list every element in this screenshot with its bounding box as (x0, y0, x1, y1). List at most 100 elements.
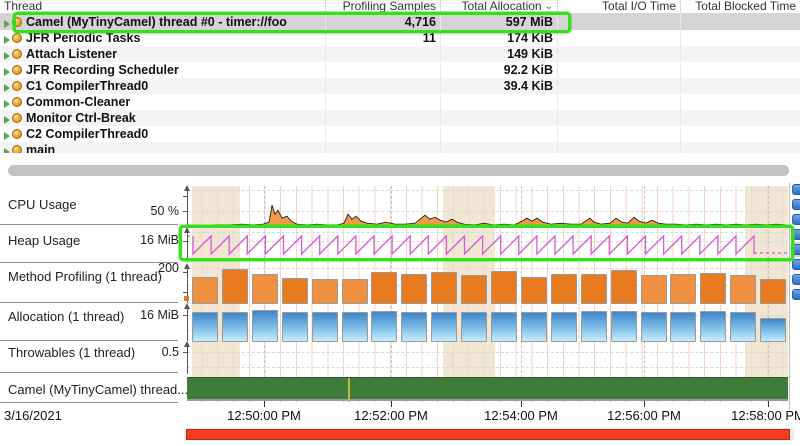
track-label-2[interactable]: Method Profiling (1 thread) (8, 269, 162, 284)
track-axis-value: 50 % (151, 204, 180, 218)
camel-thread-event-marker (348, 378, 350, 402)
profiling-samples-cell (325, 142, 440, 153)
allocation-bar (431, 312, 457, 342)
label-separator (0, 372, 178, 373)
heap-usage-chart (187, 228, 788, 264)
thread-name: JFR Periodic Tasks (26, 31, 140, 45)
thread-icon (12, 65, 22, 75)
cpu-usage-chart (187, 186, 788, 228)
expand-arrow-icon[interactable] (4, 84, 10, 92)
track-label-4[interactable]: Throwables (1 thread) (8, 345, 135, 360)
method-profiling-bar (252, 274, 278, 304)
total-blocked-cell (680, 126, 800, 142)
chart-tool-button[interactable] (792, 244, 800, 255)
expand-arrow-icon[interactable] (4, 100, 10, 108)
allocation-bar (521, 312, 547, 342)
expand-arrow-icon[interactable] (4, 36, 10, 44)
total-io-cell (557, 14, 680, 30)
table-row[interactable]: Monitor Ctrl-Break (0, 110, 800, 126)
horizontal-scrollbar[interactable] (8, 165, 789, 176)
column-header-total-i-o-time[interactable]: Total I/O Time (557, 0, 680, 13)
table-row[interactable]: C2 CompilerThread0 (0, 126, 800, 142)
camel-thread-activity-band (187, 377, 788, 401)
allocation-bar (371, 311, 397, 342)
time-axis-tick (521, 401, 522, 407)
profiling-samples-cell (325, 46, 440, 62)
label-separator (0, 402, 178, 403)
chart-tool-button[interactable] (792, 184, 800, 195)
label-separator (0, 224, 178, 225)
column-header-total-blocked-time[interactable]: Total Blocked Time (680, 0, 800, 13)
track-label-1[interactable]: Heap Usage (8, 233, 80, 248)
thread-name-cell: Camel (MyTinyCamel) thread #0 - timer://… (0, 14, 325, 30)
expand-arrow-icon[interactable] (4, 132, 10, 140)
thread-name: Common-Cleaner (26, 95, 130, 109)
time-axis-tick (391, 401, 392, 407)
track-axis-value: 16 MiB (140, 233, 179, 247)
table-row[interactable]: Common-Cleaner (0, 94, 800, 110)
total-io-cell (557, 110, 680, 126)
table-row[interactable]: Camel (MyTinyCamel) thread #0 - timer://… (0, 14, 800, 30)
expand-arrow-icon[interactable] (4, 52, 10, 60)
time-axis-label: 12:56:00 PM (589, 408, 699, 423)
thread-icon (12, 33, 22, 43)
thread-name-cell: Common-Cleaner (0, 94, 325, 110)
total-allocation-cell (440, 110, 557, 126)
method-profiling-bar (282, 278, 308, 304)
time-axis-label: 12:58:00 PM (713, 408, 800, 423)
range-selector-bar[interactable] (186, 429, 790, 440)
track-axis-value: 16 MiB (140, 308, 179, 322)
chart-tool-button[interactable] (792, 199, 800, 210)
allocation-bar (611, 311, 637, 342)
method-profiling-bar (192, 277, 218, 304)
profiling-samples-cell (325, 126, 440, 142)
expand-arrow-icon[interactable] (4, 20, 10, 28)
column-header-profiling-samples[interactable]: Profiling Samples (325, 0, 440, 13)
axis-tick (183, 272, 188, 273)
chart-tool-button[interactable] (792, 229, 800, 240)
time-axis-tick (768, 401, 769, 407)
time-axis-label: 12:50:00 PM (209, 408, 319, 423)
chart-tool-button[interactable] (792, 259, 800, 270)
chart-tool-button[interactable] (792, 289, 800, 300)
table-row[interactable]: JFR Periodic Tasks11174 KiB (0, 30, 800, 46)
method-profiling-bar (730, 275, 756, 304)
column-header-total-allocation[interactable]: Total Allocation⌄ (440, 0, 557, 13)
table-row[interactable]: main (0, 142, 800, 153)
expand-arrow-icon[interactable] (4, 116, 10, 124)
axis-tick (183, 315, 188, 316)
total-blocked-cell (680, 30, 800, 46)
thread-table: ThreadProfiling SamplesTotal Allocation⌄… (0, 0, 800, 153)
method-profiling-bar (342, 279, 368, 304)
allocation-bar (700, 311, 726, 342)
profiling-samples-cell (325, 94, 440, 110)
table-row[interactable]: Attach Listener149 KiB (0, 46, 800, 62)
allocation-bar (401, 312, 427, 342)
expand-arrow-icon[interactable] (4, 148, 10, 154)
track-label-5[interactable]: Camel (MyTinyCamel) thread... (8, 382, 188, 397)
allocation-bar (461, 312, 487, 342)
total-io-cell (557, 94, 680, 110)
total-allocation-cell: 92.2 KiB (440, 62, 557, 78)
timeline-chart[interactable] (187, 186, 788, 407)
allocation-bar (491, 312, 517, 342)
chart-tool-button[interactable] (792, 274, 800, 285)
method-profiling-bar (371, 272, 397, 304)
table-row[interactable]: C1 CompilerThread039.4 KiB (0, 78, 800, 94)
profiling-samples-cell (325, 62, 440, 78)
track-label-0[interactable]: CPU Usage (8, 197, 77, 212)
total-allocation-cell: 149 KiB (440, 46, 557, 62)
track-label-3[interactable]: Allocation (1 thread) (8, 309, 124, 324)
horizontal-gridline (187, 352, 788, 353)
table-row[interactable]: JFR Recording Scheduler92.2 KiB (0, 62, 800, 78)
expand-arrow-icon[interactable] (4, 68, 10, 76)
method-profiling-bar (312, 279, 338, 304)
axis-tick (183, 196, 188, 197)
time-axis-label: 12:54:00 PM (466, 408, 576, 423)
total-io-cell (557, 46, 680, 62)
method-profiling-bar (401, 274, 427, 304)
total-allocation-cell (440, 94, 557, 110)
column-header-thread[interactable]: Thread (0, 0, 325, 13)
sort-descending-icon: ⌄ (545, 0, 553, 13)
chart-tool-button[interactable] (792, 214, 800, 225)
